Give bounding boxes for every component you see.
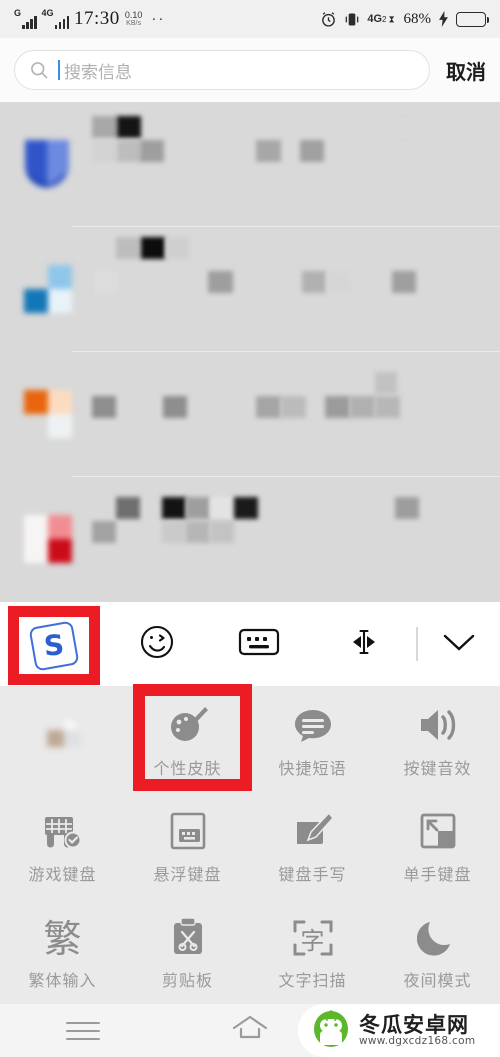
- network-speed-unit: KB/s: [126, 20, 141, 27]
- fn-label-clipboard: 剪贴板: [161, 970, 213, 990]
- fn-label-traditional: 繁体输入: [28, 970, 97, 990]
- function-row-3: 繁 繁体输入 剪贴板 字 文字扫描 夜间模式: [0, 898, 500, 1004]
- nav-menu-button[interactable]: [0, 1016, 167, 1046]
- status-bar: G 4G 17:30 0.10 KB/s ·· 4G 2 68%: [0, 0, 500, 38]
- search-icon: [29, 60, 49, 80]
- traditional-char-glyph: 繁: [43, 916, 82, 961]
- cursor-move-button[interactable]: [311, 602, 416, 686]
- fn-item-blurred[interactable]: [0, 686, 125, 792]
- signal-indicator-2: 4G: [42, 9, 70, 29]
- mobile-data-icon: 4G 2: [367, 13, 396, 25]
- chevron-down-icon: [440, 629, 478, 660]
- watermark-title: 冬瓜安卓网: [359, 1012, 469, 1037]
- text-cursor-arrows-icon: [341, 626, 387, 663]
- green-melon-android-logo-icon: [310, 1007, 352, 1054]
- bluetooth-vibrate-icon: [344, 11, 360, 28]
- battery-percent-label: 68%: [403, 10, 432, 27]
- watermark-text: 冬瓜安卓网 www.dgxcdz168.com: [359, 1014, 475, 1047]
- signal-bars-1: [22, 15, 37, 29]
- search-bar: 搜索信息 取消: [0, 38, 500, 102]
- status-bar-clock: 17:30: [74, 8, 120, 29]
- fn-item-floating-keyboard[interactable]: 悬浮键盘: [125, 792, 250, 898]
- fn-label-one-hand-keyboard: 单手键盘: [403, 864, 472, 884]
- fn-label-game-keyboard: 游戏键盘: [28, 864, 97, 884]
- search-placeholder: 搜索信息: [64, 62, 132, 83]
- palette-brush-icon: [166, 700, 210, 746]
- function-row-2: 游戏键盘 悬浮键盘 键盘手写 单手键盘: [0, 792, 500, 898]
- handwriting-pen-icon: [291, 806, 335, 852]
- fn-item-night-mode[interactable]: 夜间模式: [375, 898, 500, 1004]
- table-row[interactable]: [0, 477, 500, 602]
- lightning-bolt-icon: [438, 11, 449, 27]
- search-input[interactable]: 搜索信息: [14, 50, 430, 90]
- alarm-clock-icon: [320, 11, 337, 28]
- fn-item-game-keyboard[interactable]: 游戏键盘: [0, 792, 125, 898]
- clipboard-scissors-icon: [168, 912, 208, 958]
- avatar: [22, 263, 72, 315]
- fn-item-traditional[interactable]: 繁 繁体输入: [0, 898, 125, 1004]
- function-row-1: 个性皮肤 快捷短语 按键音效: [0, 686, 500, 792]
- traditional-char-icon: 繁: [43, 912, 81, 958]
- network-speed: 0.10 KB/s: [124, 10, 143, 28]
- fn-label-text-scan: 文字扫描: [278, 970, 347, 990]
- site-watermark: 冬瓜安卓网 www.dgxcdz168.com: [298, 1004, 500, 1057]
- avatar: [22, 138, 72, 190]
- table-row[interactable]: [0, 352, 500, 477]
- smiley-face-icon: [137, 622, 177, 667]
- sogou-s-logo-icon: S: [28, 620, 80, 671]
- avatar: [22, 513, 72, 565]
- home-icon: [230, 1013, 270, 1048]
- signal-indicator-1: G: [14, 9, 37, 29]
- mobile-data-sub: 2: [382, 14, 387, 24]
- blurred-icon: [40, 712, 86, 758]
- fn-label-floating-keyboard: 悬浮键盘: [153, 864, 222, 884]
- avatar: [22, 388, 72, 440]
- mobile-data-label: 4G: [367, 13, 383, 25]
- gamepad-check-icon: [40, 806, 86, 852]
- speech-bubble-icon: [291, 700, 335, 746]
- moon-icon: [416, 912, 459, 958]
- fn-item-skin[interactable]: 个性皮肤: [125, 686, 250, 792]
- signal-bars-2: [54, 15, 70, 29]
- status-overflow-dots: ··: [151, 10, 166, 27]
- keyboard-icon: [238, 626, 280, 663]
- table-row[interactable]: [0, 102, 500, 227]
- one-hand-keyboard-icon: [417, 806, 459, 852]
- signal-1-label: G: [14, 8, 22, 18]
- fn-label-key-sound: 按键音效: [403, 758, 472, 778]
- fn-label-handwriting: 键盘手写: [278, 864, 347, 884]
- fn-item-clipboard[interactable]: 剪贴板: [125, 898, 250, 1004]
- table-row[interactable]: [0, 227, 500, 352]
- fn-label-skin: 个性皮肤: [153, 758, 222, 778]
- signal-2-label: 4G: [41, 8, 54, 18]
- keyboard-button[interactable]: [206, 602, 311, 686]
- status-bar-left: G 4G 17:30 0.10 KB/s ··: [14, 8, 165, 30]
- text-scan-glyph: 字: [300, 926, 325, 955]
- keyboard-function-panel: 个性皮肤 快捷短语 按键音效 游戏键盘 悬浮键盘 键盘手写 单手键盘 繁 繁体输…: [0, 686, 500, 1004]
- hamburger-menu-icon: [66, 1016, 101, 1046]
- battery-icon: [456, 11, 489, 27]
- network-speed-value: 0.10: [124, 10, 143, 20]
- fn-item-quick-phrases[interactable]: 快捷短语: [250, 686, 375, 792]
- text-scan-icon: 字: [292, 912, 334, 958]
- text-cursor: [58, 60, 60, 80]
- fn-item-key-sound[interactable]: 按键音效: [375, 686, 500, 792]
- fn-item-handwriting[interactable]: 键盘手写: [250, 792, 375, 898]
- cancel-button[interactable]: 取消: [446, 56, 486, 85]
- sogou-logo-letter: S: [42, 627, 66, 663]
- emoji-button[interactable]: [108, 602, 206, 686]
- phone-screen: G 4G 17:30 0.10 KB/s ·· 4G 2 68% 搜索信息 取消…: [0, 0, 500, 1057]
- search-results-list[interactable]: [0, 102, 500, 602]
- fn-label-night-mode: 夜间模式: [403, 970, 472, 990]
- collapse-button[interactable]: [418, 602, 500, 686]
- fn-label-quick-phrases: 快捷短语: [278, 758, 347, 778]
- watermark-url: www.dgxcdz168.com: [359, 1035, 476, 1048]
- fn-item-one-hand-keyboard[interactable]: 单手键盘: [375, 792, 500, 898]
- status-bar-right: 4G 2 68%: [320, 10, 489, 28]
- floating-keyboard-icon: [167, 806, 209, 852]
- speaker-sound-icon: [415, 700, 461, 746]
- sogou-logo-button[interactable]: S: [8, 606, 100, 685]
- fn-item-text-scan[interactable]: 字 文字扫描: [250, 898, 375, 1004]
